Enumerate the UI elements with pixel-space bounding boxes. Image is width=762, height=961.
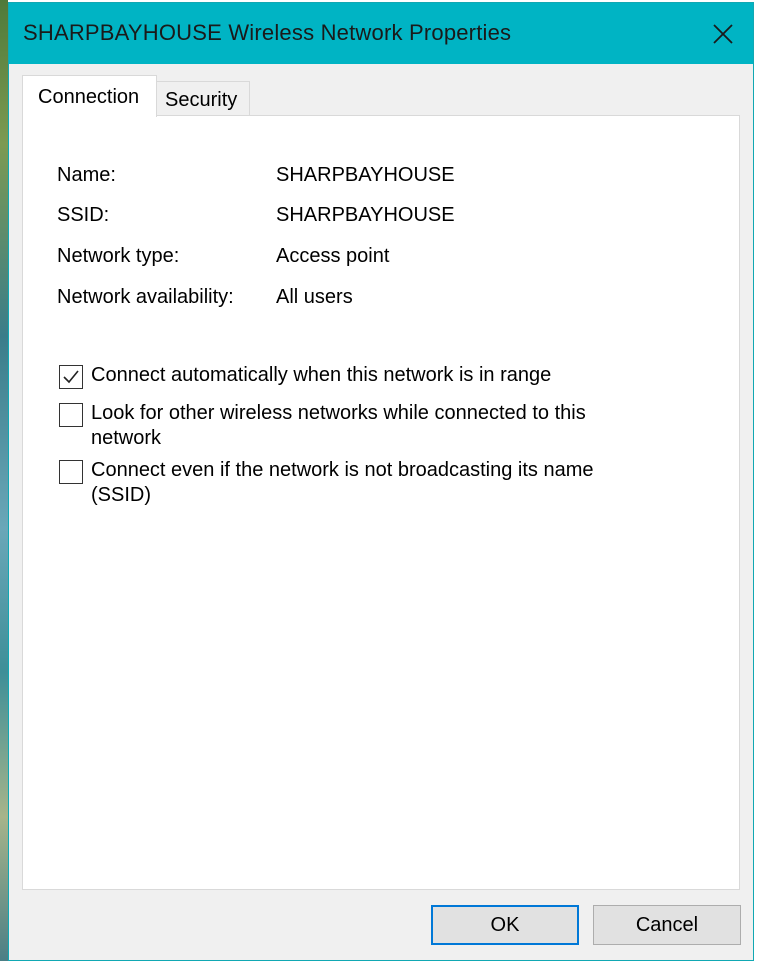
network-type-value: Access point [276,245,390,267]
ssid-label: SSID: [57,204,110,226]
checkmark-icon [63,370,79,384]
tab-security[interactable]: Security [156,81,250,116]
network-availability-value: All users [276,286,353,308]
close-button[interactable] [693,3,753,64]
connect-even-if-hidden-checkbox[interactable] [59,460,83,484]
desktop-background [0,0,8,961]
ssid-value: SHARPBAYHOUSE [276,204,455,226]
title-bar[interactable]: SHARPBAYHOUSE Wireless Network Propertie… [9,3,753,64]
connect-automatically-label[interactable]: Connect automatically when this network … [91,363,651,388]
ok-button[interactable]: OK [431,905,579,945]
close-icon [713,23,733,44]
connect-even-if-hidden-label[interactable]: Connect even if the network is not broad… [91,458,651,508]
properties-dialog: SHARPBAYHOUSE Wireless Network Propertie… [8,2,754,961]
connect-automatically-checkbox[interactable] [59,365,83,389]
window-title: SHARPBAYHOUSE Wireless Network Propertie… [23,20,512,45]
network-type-label: Network type: [57,245,180,267]
look-for-other-networks-checkbox[interactable] [59,403,83,427]
network-availability-label: Network availability: [57,286,234,308]
connection-panel: Name: SHARPBAYHOUSE SSID: SHARPBAYHOUSE … [22,115,740,890]
tab-connection[interactable]: Connection [22,75,157,117]
background-window-edge [754,0,762,961]
cancel-button[interactable]: Cancel [593,905,741,945]
name-label: Name: [57,164,116,186]
name-value: SHARPBAYHOUSE [276,164,455,186]
look-for-other-networks-label[interactable]: Look for other wireless networks while c… [91,401,651,451]
